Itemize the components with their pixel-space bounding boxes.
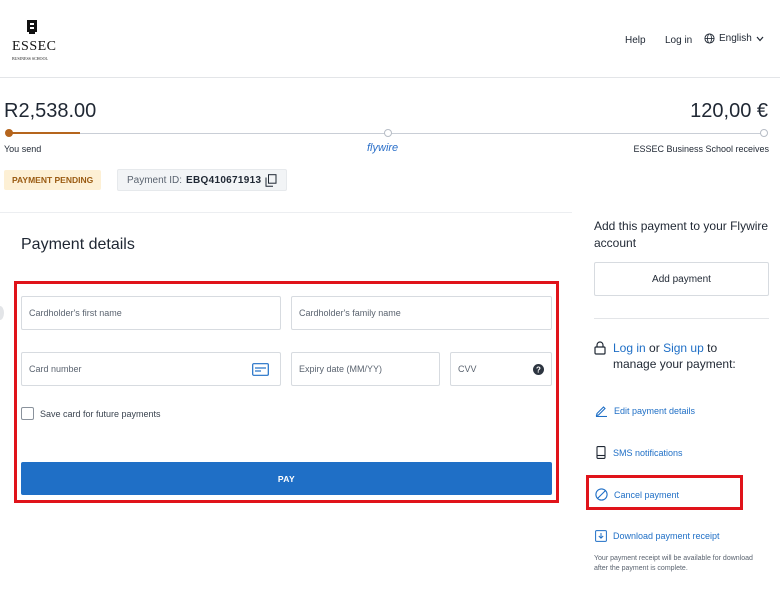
progress-step-provider xyxy=(384,129,392,137)
add-payment-button[interactable]: Add payment xyxy=(594,262,769,296)
payment-details-title: Payment details xyxy=(21,236,135,253)
payment-id-box: Payment ID: EBQ410671913 xyxy=(117,169,288,191)
sidebar-signup-link[interactable]: Sign up xyxy=(663,341,704,355)
add-payment-heading: Add this payment to your Flywire account xyxy=(594,219,769,250)
form-highlight-box xyxy=(14,281,559,503)
edit-payment-link[interactable]: Edit payment details xyxy=(595,404,695,417)
globe-icon xyxy=(704,33,715,44)
lock-icon xyxy=(594,341,606,355)
download-label: Download payment receipt xyxy=(613,531,720,541)
status-badge: PAYMENT PENDING xyxy=(4,170,102,190)
send-amount: R2,538.00 xyxy=(4,100,97,122)
edit-payment-label: Edit payment details xyxy=(614,405,696,416)
language-label: English xyxy=(719,33,752,44)
progress-fill xyxy=(8,132,80,134)
phone-icon xyxy=(596,446,606,459)
help-link[interactable]: Help xyxy=(625,35,646,46)
logo-subtext: BUSINESS SCHOOL xyxy=(12,56,48,61)
flywire-logo: flywire xyxy=(367,142,399,154)
download-icon xyxy=(595,530,607,542)
language-selector[interactable]: English xyxy=(704,33,764,44)
send-label: You send xyxy=(4,144,42,154)
cancel-highlight-box xyxy=(586,475,743,510)
top-header: ESSEC BUSINESS SCHOOL Help Log in Englis… xyxy=(0,0,780,78)
logo-wordmark: ESSEC xyxy=(12,39,57,54)
payment-id-label: Payment ID: xyxy=(127,174,183,186)
login-or-text: or xyxy=(649,341,660,355)
sms-notifications-link[interactable]: SMS notifications xyxy=(595,446,683,459)
progress-step-send xyxy=(5,129,13,137)
essec-logo[interactable]: ESSEC BUSINESS SCHOOL xyxy=(12,20,58,64)
copy-icon[interactable] xyxy=(265,173,277,187)
sms-label: SMS notifications xyxy=(613,447,683,458)
login-prompt-text: Log in or Sign up to manage your payment… xyxy=(613,340,763,372)
pencil-icon xyxy=(595,406,607,417)
crest-icon xyxy=(27,20,37,34)
progress-step-receive xyxy=(760,129,768,137)
payment-id-value: EBQ410671913 xyxy=(186,174,262,186)
receive-amount: 120,00 € xyxy=(690,100,768,122)
sidebar-divider xyxy=(594,318,769,319)
receive-label: ESSEC Business School receives xyxy=(633,144,769,154)
sidebar-login-link[interactable]: Log in xyxy=(613,341,646,355)
login-link[interactable]: Log in xyxy=(665,35,692,46)
receipt-note: Your payment receipt will be available f… xyxy=(594,555,753,572)
chevron-down-icon xyxy=(756,36,764,41)
download-receipt-link[interactable]: Download payment receipt xyxy=(595,530,720,542)
